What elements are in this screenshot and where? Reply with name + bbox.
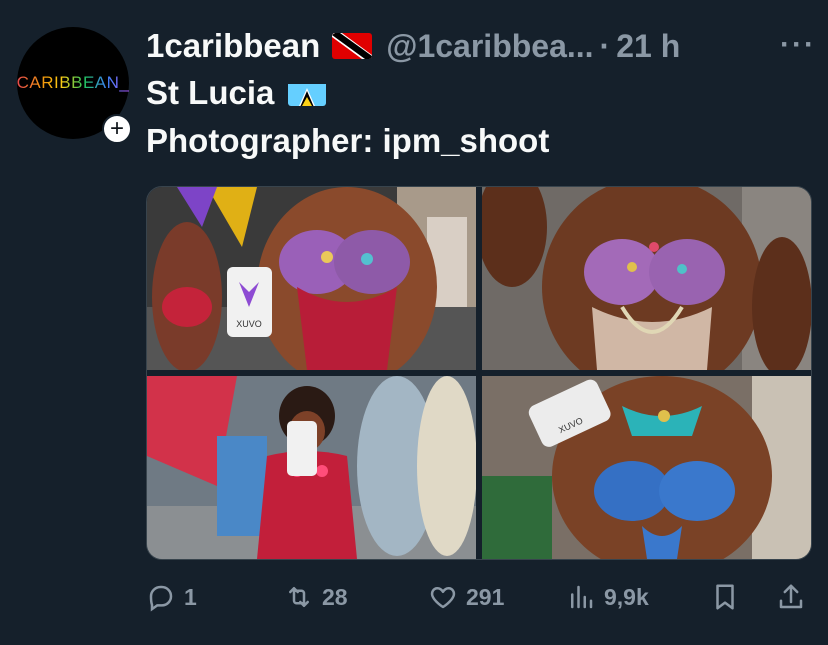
photo-3[interactable]	[147, 376, 476, 559]
more-icon[interactable]: ···	[780, 28, 816, 62]
follow-plus-icon[interactable]: +	[102, 114, 132, 144]
like-icon	[430, 587, 456, 609]
views-icon	[571, 585, 593, 609]
avatar-logo-text: CARIBBEAN_	[16, 73, 130, 92]
tweet[interactable]: CARIBBEAN_ + 1caribbean @1caribbea... · …	[0, 0, 828, 645]
tweet-text-line-1: St Lucia	[146, 74, 327, 112]
reply-button[interactable]: 1	[146, 582, 197, 612]
bookmark-icon	[716, 584, 734, 610]
display-name[interactable]: 1caribbean	[146, 27, 320, 65]
trinidad-flag-icon	[332, 33, 373, 59]
tweet-header: 1caribbean @1caribbea... · 21 h ···	[146, 24, 816, 68]
like-count: 291	[466, 583, 505, 610]
bookmark-button[interactable]	[710, 582, 748, 612]
reply-icon	[149, 585, 173, 612]
media-grid: XUVO XUVO	[146, 186, 812, 560]
photo-1[interactable]: XUVO	[147, 187, 476, 370]
tweet-text-location: St Lucia	[146, 74, 275, 111]
photo-4[interactable]: XUVO	[482, 376, 811, 559]
photo-2[interactable]	[482, 187, 811, 370]
views-count: 9,9k	[604, 583, 649, 610]
reply-count: 1	[184, 583, 197, 610]
tweet-text-line-2: Photographer: ipm_shoot	[146, 122, 550, 159]
saint-lucia-flag-icon	[288, 80, 327, 106]
retweet-icon	[289, 587, 309, 607]
handle[interactable]: @1caribbea...	[386, 28, 593, 65]
separator-dot: ·	[599, 27, 611, 64]
views-button[interactable]: 9,9k	[566, 582, 649, 612]
share-button[interactable]	[776, 582, 814, 612]
like-button[interactable]: 291	[428, 582, 504, 612]
retweet-button[interactable]: 28	[284, 582, 348, 612]
retweet-count: 28	[322, 583, 348, 610]
action-bar: 1 28 291 9,9k	[146, 582, 810, 618]
timestamp[interactable]: 21 h	[616, 28, 680, 65]
share-icon	[779, 584, 803, 609]
cup-brand-1: XUVO	[236, 319, 262, 329]
